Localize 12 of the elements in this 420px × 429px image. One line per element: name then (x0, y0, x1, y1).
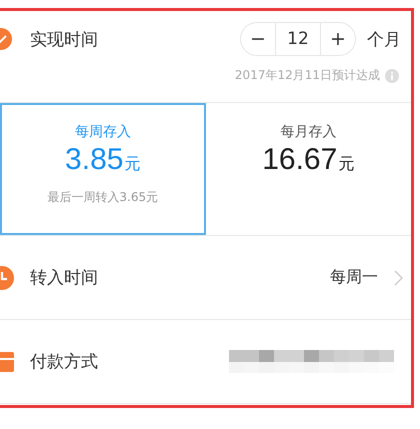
increment-button[interactable]: + (321, 23, 355, 55)
deposit-option-card[interactable]: 每月存入 16.67元 (206, 103, 411, 235)
chevron-icon[interactable] (394, 270, 403, 286)
estimate-date-note: 2017年12月11日预计达成 (234, 67, 380, 84)
month-count[interactable]: 12 (275, 23, 321, 55)
row-label: 转入时间 (30, 267, 98, 289)
row-label: 付款方式 (30, 351, 98, 373)
decrement-button[interactable]: − (241, 23, 275, 55)
unit-label: 个月 (367, 28, 401, 50)
info-icon[interactable] (385, 68, 399, 82)
goal-time-label: 实现时间 (30, 28, 99, 50)
row-value[interactable]: 每周一 (330, 267, 378, 288)
